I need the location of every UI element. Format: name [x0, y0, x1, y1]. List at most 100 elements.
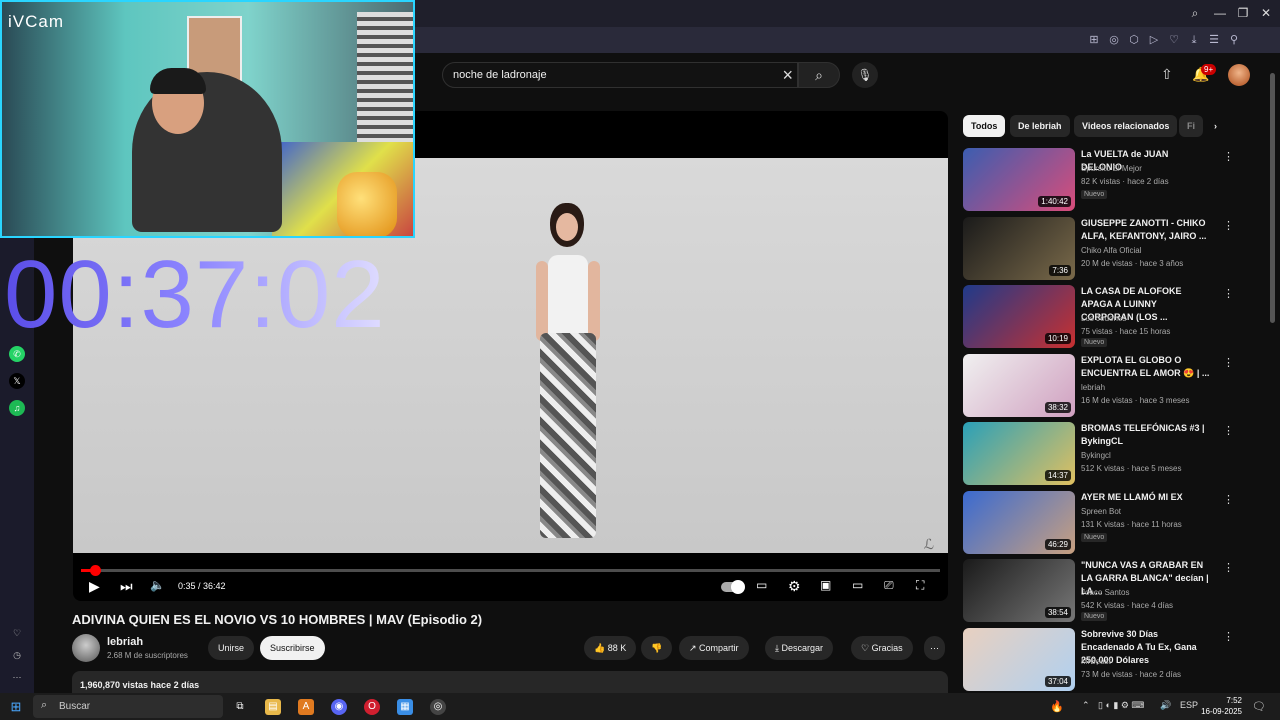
recommendation-item[interactable]: 37:04 Sobrevive 30 Días Encadenado A Tu E… [963, 627, 1263, 692]
thumbnail[interactable]: 14:37 [963, 422, 1075, 485]
join-button[interactable]: Unirse [208, 636, 255, 660]
settings-icon[interactable]: ⚙ [788, 578, 801, 595]
heart-icon[interactable]: ♡ [1167, 33, 1181, 47]
more-options-icon[interactable]: ⋮ [1223, 561, 1234, 574]
spotify-icon[interactable]: ♫ [9, 400, 25, 416]
recommendation-channel[interactable]: Joaco Santos [1081, 588, 1129, 597]
thumbnail[interactable]: 10:19 [963, 285, 1075, 348]
recommendation-channel[interactable]: Los Jodones [1081, 314, 1126, 323]
progress-scrubber[interactable] [89, 565, 101, 576]
dislike-button[interactable]: 👎 [641, 636, 673, 660]
upload-icon[interactable]: ⇧ [1161, 66, 1173, 83]
app-icon-2[interactable]: ▦ [397, 699, 413, 715]
more-options-icon[interactable]: ⋮ [1223, 219, 1234, 232]
play-icon[interactable]: ▶ [89, 578, 100, 595]
channel-name[interactable]: lebriah [107, 636, 143, 648]
play-icon[interactable]: ▷ [1147, 33, 1161, 47]
chevron-right-icon[interactable]: › [1206, 115, 1225, 137]
recommendation-title[interactable]: GIUSEPPE ZANOTTI - CHIKO ALFA, KEFANTONY… [1081, 217, 1211, 243]
recommendation-item[interactable]: 38:32 EXPLOTA EL GLOBO O ENCUENTRA EL AMO… [963, 353, 1263, 418]
more-options-icon[interactable]: ⋮ [1223, 424, 1234, 437]
camera-icon[interactable]: ◎ [1107, 33, 1121, 47]
recommendation-item[interactable]: 7:36 GIUSEPPE ZANOTTI - CHIKO ALFA, KEFAN… [963, 216, 1263, 281]
chip-channel[interactable]: De lebriah [1010, 115, 1070, 137]
more-icon[interactable]: ⋯ [9, 669, 25, 685]
thumbnail[interactable]: 7:36 [963, 216, 1075, 280]
recommendation-title[interactable]: BROMAS TELEFÓNICAS #3 | BykingCL [1081, 422, 1211, 448]
channel-avatar[interactable] [72, 634, 100, 662]
recommendation-channel[interactable]: Bykingcl [1081, 451, 1111, 460]
thumbnail[interactable]: 38:32 [963, 353, 1075, 417]
weather-icon[interactable]: 🔥 [1050, 700, 1064, 713]
more-options-icon[interactable]: ⋮ [1223, 493, 1234, 506]
fullscreen-icon[interactable]: ⛶ [916, 578, 924, 593]
recommendation-item[interactable]: 14:37 BROMAS TELEFÓNICAS #3 | BykingCL Byk… [963, 422, 1263, 486]
thumbnail[interactable]: 37:04 [963, 627, 1075, 691]
progress-bar[interactable] [81, 565, 940, 576]
app-icon[interactable]: A [298, 699, 314, 715]
miniplayer-icon[interactable]: ▣ [820, 578, 831, 592]
windows-start-icon[interactable]: ⊞ [8, 699, 24, 715]
recommendation-item[interactable]: 46:29 AYER ME LLAMÓ MI EX Spreen Bot 131 K … [963, 490, 1263, 555]
clear-search-icon[interactable]: × [782, 65, 793, 85]
recommendation-channel[interactable]: Chiko Alfa Oficial [1081, 246, 1141, 255]
voice-search-button[interactable]: 🎙 [852, 62, 878, 88]
file-explorer-icon[interactable]: ▤ [265, 699, 281, 715]
scrollbar[interactable] [1270, 73, 1275, 323]
download-button[interactable]: ⤓ Descargar [765, 636, 833, 660]
chip-more[interactable]: Fi [1179, 115, 1203, 137]
cast-icon[interactable]: ⎚ [884, 578, 894, 593]
search-input[interactable]: noche de ladronaje × [442, 62, 798, 88]
thanks-button[interactable]: ♡ Gracias [851, 636, 913, 660]
recommendation-title[interactable]: EXPLOTA EL GLOBO O ENCUENTRA EL AMOR 😍 |… [1081, 354, 1211, 380]
download-icon[interactable]: ⤓ [1187, 33, 1201, 47]
thumbnail[interactable]: 46:29 [963, 490, 1075, 554]
chip-all[interactable]: Todos [963, 115, 1006, 137]
subscribe-button[interactable]: Suscribirse [260, 636, 325, 660]
shield-icon[interactable]: ⬡ [1127, 33, 1141, 47]
opera-icon[interactable]: O [364, 699, 380, 715]
theater-mode-icon[interactable]: ▭ [852, 578, 863, 592]
recommendation-channel[interactable]: Spursito El Mejor [1081, 164, 1142, 173]
like-button[interactable]: 👍 88 K [584, 636, 637, 660]
maximize-button[interactable]: ❐ [1235, 5, 1251, 21]
thumbnail[interactable]: 38:54 [963, 559, 1075, 622]
recommendation-title[interactable]: AYER ME LLAMÓ MI EX [1081, 491, 1211, 504]
snapshot-icon[interactable]: ⊞ [1087, 33, 1101, 47]
volume-tray-icon[interactable]: 🔊 [1160, 700, 1171, 711]
tray-icons[interactable]: ▯ ◐ ▮ ⚙ ⌨ [1098, 700, 1144, 711]
more-options-icon[interactable]: ⋮ [1223, 356, 1234, 369]
obs-icon[interactable]: ◎ [430, 699, 446, 715]
search-button[interactable]: ⌕ [798, 62, 840, 88]
recommendation-channel[interactable]: Spreen Bot [1081, 507, 1121, 516]
subtitles-icon[interactable]: ▭ [756, 578, 767, 592]
volume-icon[interactable]: 🔈 [150, 578, 165, 592]
next-icon[interactable]: ⏭ [120, 578, 133, 595]
recommendation-channel[interactable]: MrBeast [1081, 657, 1111, 666]
channel-watermark-icon[interactable]: ℒ [924, 536, 934, 553]
minimize-button[interactable]: — [1212, 5, 1228, 21]
browser-search-icon[interactable]: ⌕ [1187, 5, 1203, 21]
chip-related[interactable]: Videos relacionados [1074, 115, 1178, 137]
more-options-icon[interactable]: ⋮ [1223, 630, 1234, 643]
recommendation-item[interactable]: 38:54 "NUNCA VAS A GRABAR EN LA GARRA BLA… [963, 559, 1263, 623]
notifications-tray-icon[interactable]: 🗨 [1252, 700, 1266, 713]
description-box[interactable]: 1,960,870 vistas hace 2 días [72, 671, 948, 693]
more-options-icon[interactable]: ⋮ [1223, 287, 1234, 300]
more-actions-button[interactable]: ⋯ [924, 636, 945, 660]
share-button[interactable]: ↗ Compartir [679, 636, 749, 660]
heart-icon[interactable]: ♡ [9, 625, 25, 641]
more-options-icon[interactable]: ⋮ [1223, 150, 1234, 163]
menu-icon[interactable]: ☰ [1207, 33, 1221, 47]
language-indicator[interactable]: ESP [1180, 700, 1198, 710]
recommendation-channel[interactable]: lebriah [1081, 383, 1105, 392]
thumbnail[interactable]: 1:40:42 [963, 148, 1075, 211]
taskbar-search[interactable]: ⌕ Buscar [33, 695, 223, 718]
autoplay-toggle[interactable] [721, 580, 745, 594]
profile-icon[interactable]: ⚲ [1227, 33, 1241, 47]
taskbar-clock[interactable]: 7:52 16-09-2025 [1200, 695, 1242, 717]
account-avatar[interactable] [1228, 64, 1250, 86]
x-icon[interactable]: 𝕏 [9, 373, 25, 389]
close-window-button[interactable]: ✕ [1258, 5, 1274, 21]
recommendation-item[interactable]: 10:19 LA CASA DE ALOFOKE APAGA A LUINNY C… [963, 285, 1263, 349]
